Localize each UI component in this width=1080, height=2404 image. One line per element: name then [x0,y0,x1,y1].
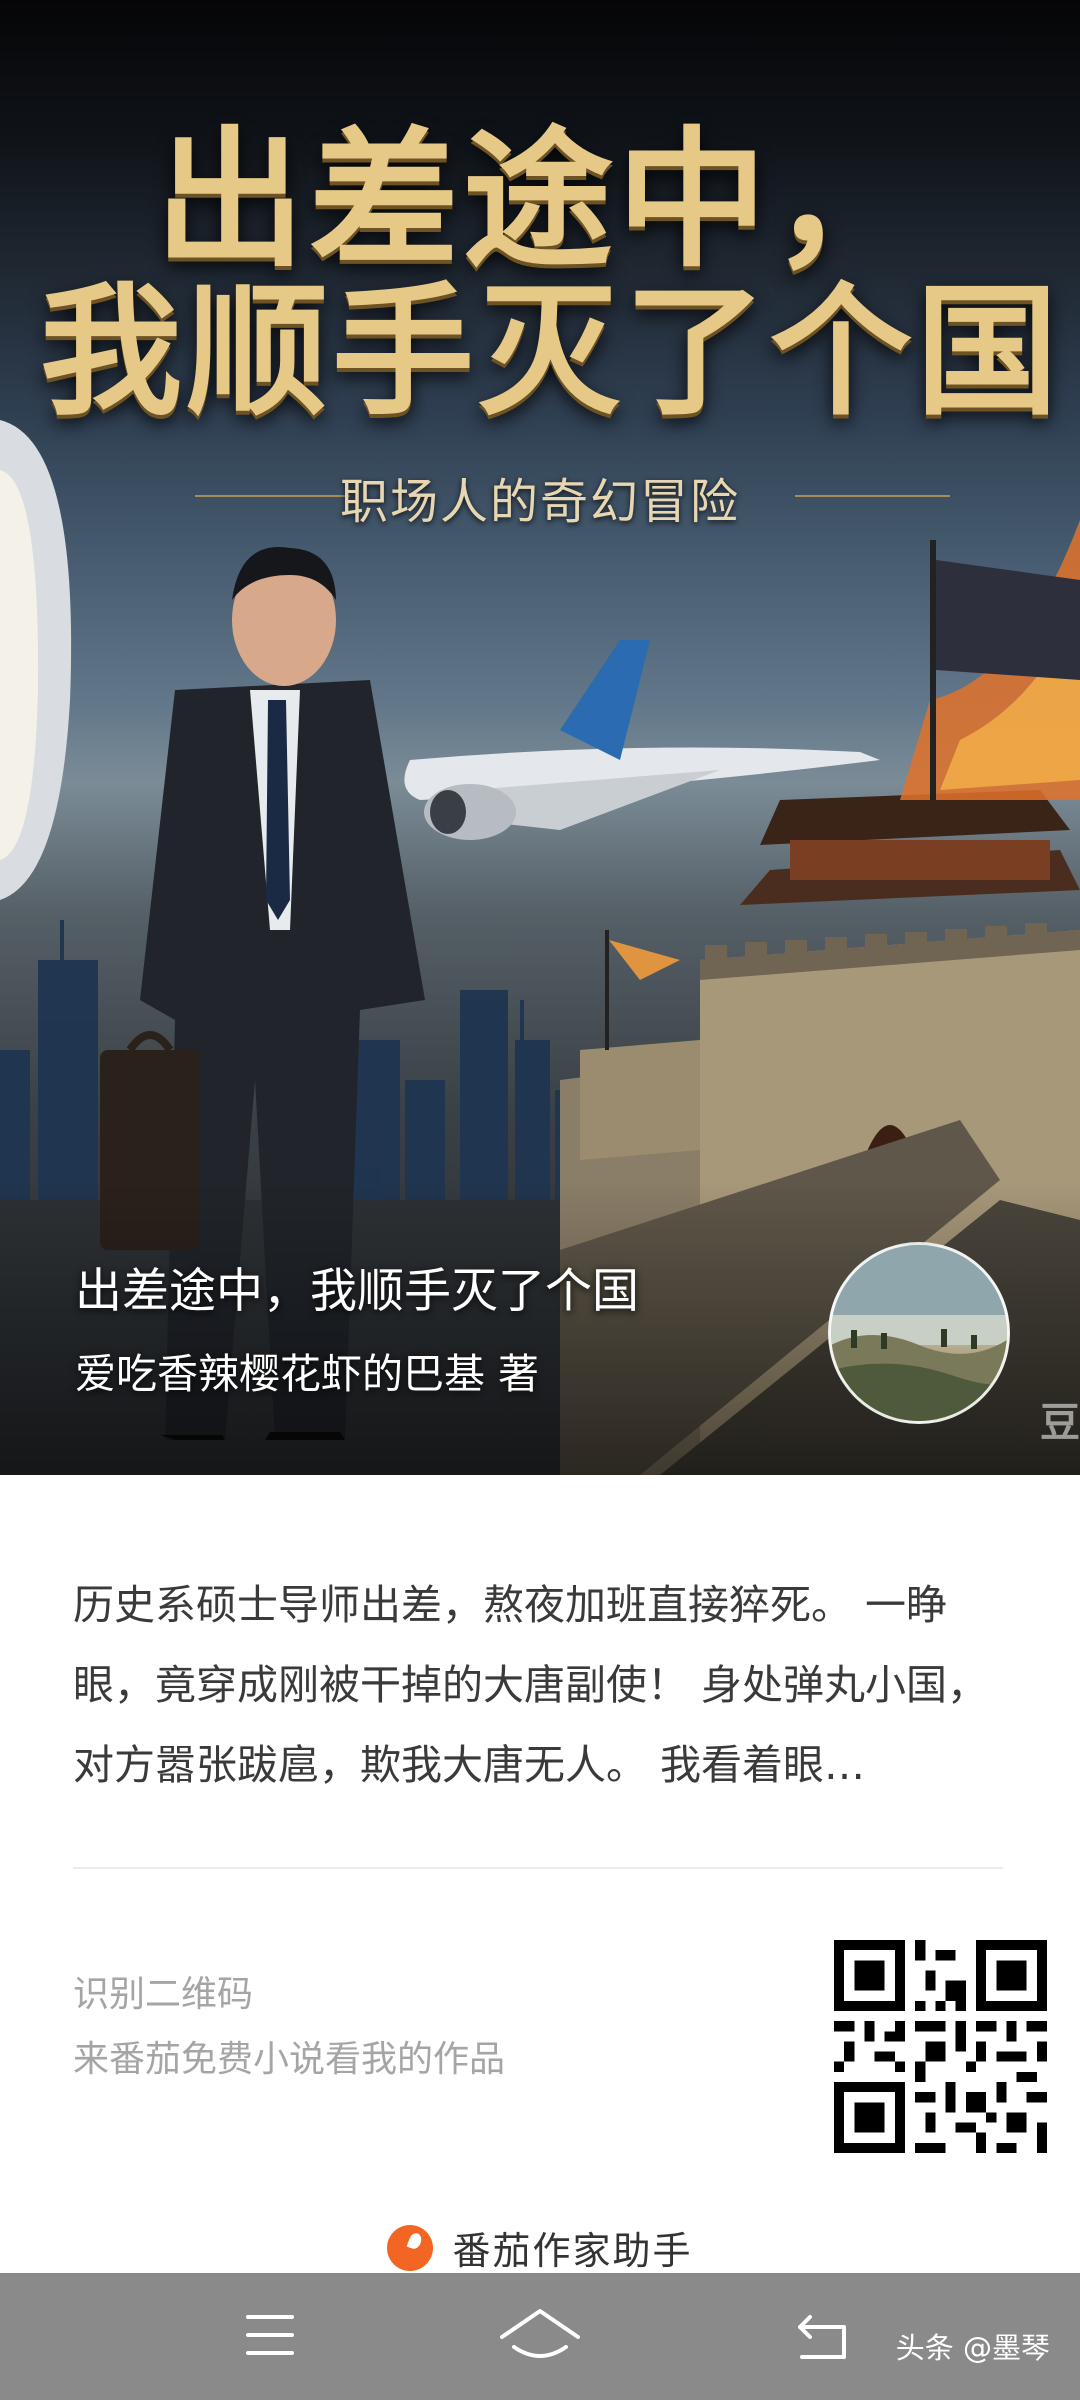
brand-footer: 番茄作家助手 [0,2220,1080,2280]
nav-menu-button[interactable] [170,2273,370,2400]
qr-hint-line2: 来番茄免费小说看我的作品 [73,2039,506,2080]
nav-back-button[interactable] [720,2273,920,2400]
back-icon [798,2315,846,2359]
menu-icon [246,2315,294,2355]
avatar-landscape-image [831,1245,1007,1421]
cover-title-line2: 我顺手灭了个国 [40,269,1062,435]
book-cover[interactable]: 出差途中， 我顺手灭了个国 职场人的奇幻冒险 出差途中，我顺手灭了个国 爱吃香辣… [0,0,1080,1475]
cover-subtitle: 职场人的奇幻冒险 [339,474,740,530]
brand-name: 番茄作家助手 [452,2229,693,2273]
qr-hint-line1: 识别二维码 [73,1974,254,2015]
nav-home-button[interactable] [440,2273,640,2400]
book-author[interactable]: 爱吃香辣樱花虾的巴基 著 [75,1340,539,1400]
qr-code-icon [834,1940,1047,2153]
cover-title-line1: 出差途中， [154,112,925,288]
source-watermark: 头条 @墨琴 [895,2331,1050,2365]
home-icon [500,2309,580,2358]
cover-rule-right [795,495,950,497]
cover-corner-watermark: 豆 [1040,1400,1080,1446]
author-avatar[interactable] [828,1242,1010,1424]
tomato-logo-icon [387,2224,434,2271]
qr-code-image[interactable] [834,1940,1047,2153]
book-synopsis[interactable]: 历史系硕士导师出差，熬夜加班直接猝死。 一睁眼，竟穿成刚被干掉的大唐副使！ 身处… [73,1565,1013,1805]
divider [73,1867,1003,1869]
book-title[interactable]: 出差途中，我顺手灭了个国 [75,1252,639,1321]
